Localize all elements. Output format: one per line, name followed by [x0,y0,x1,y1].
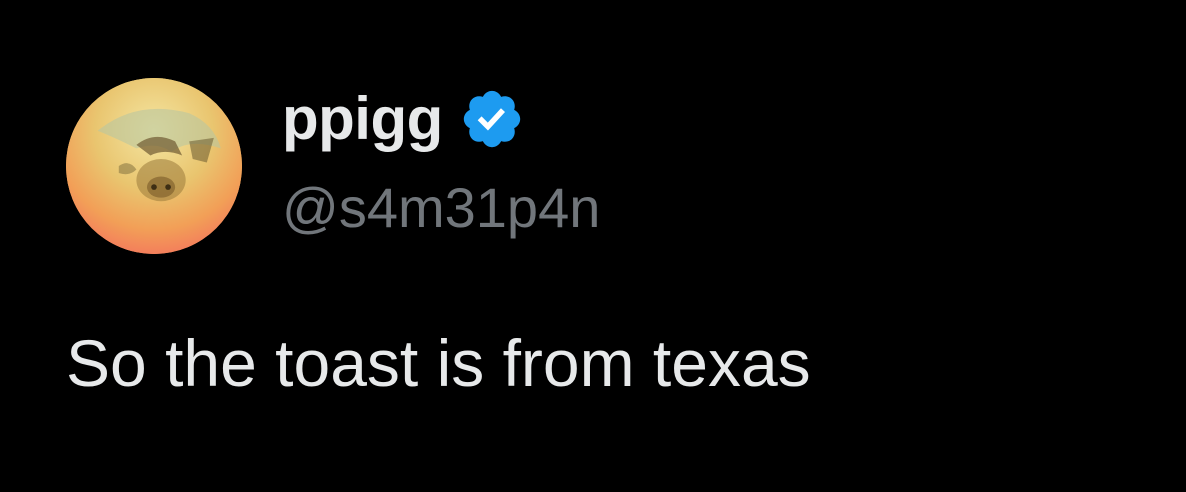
verified-badge-icon[interactable] [459,86,525,152]
author-handle[interactable]: @s4m31p4n [282,180,600,236]
avatar-image [66,78,242,254]
avatar[interactable] [66,78,242,254]
author-display-name[interactable]: ppigg [282,89,443,149]
tweet-text: So the toast is from texas [66,326,811,400]
tweet-card: ppigg @s4m31p4n So the toast is from tex… [0,0,1186,492]
author-name-row: ppigg [282,84,525,154]
